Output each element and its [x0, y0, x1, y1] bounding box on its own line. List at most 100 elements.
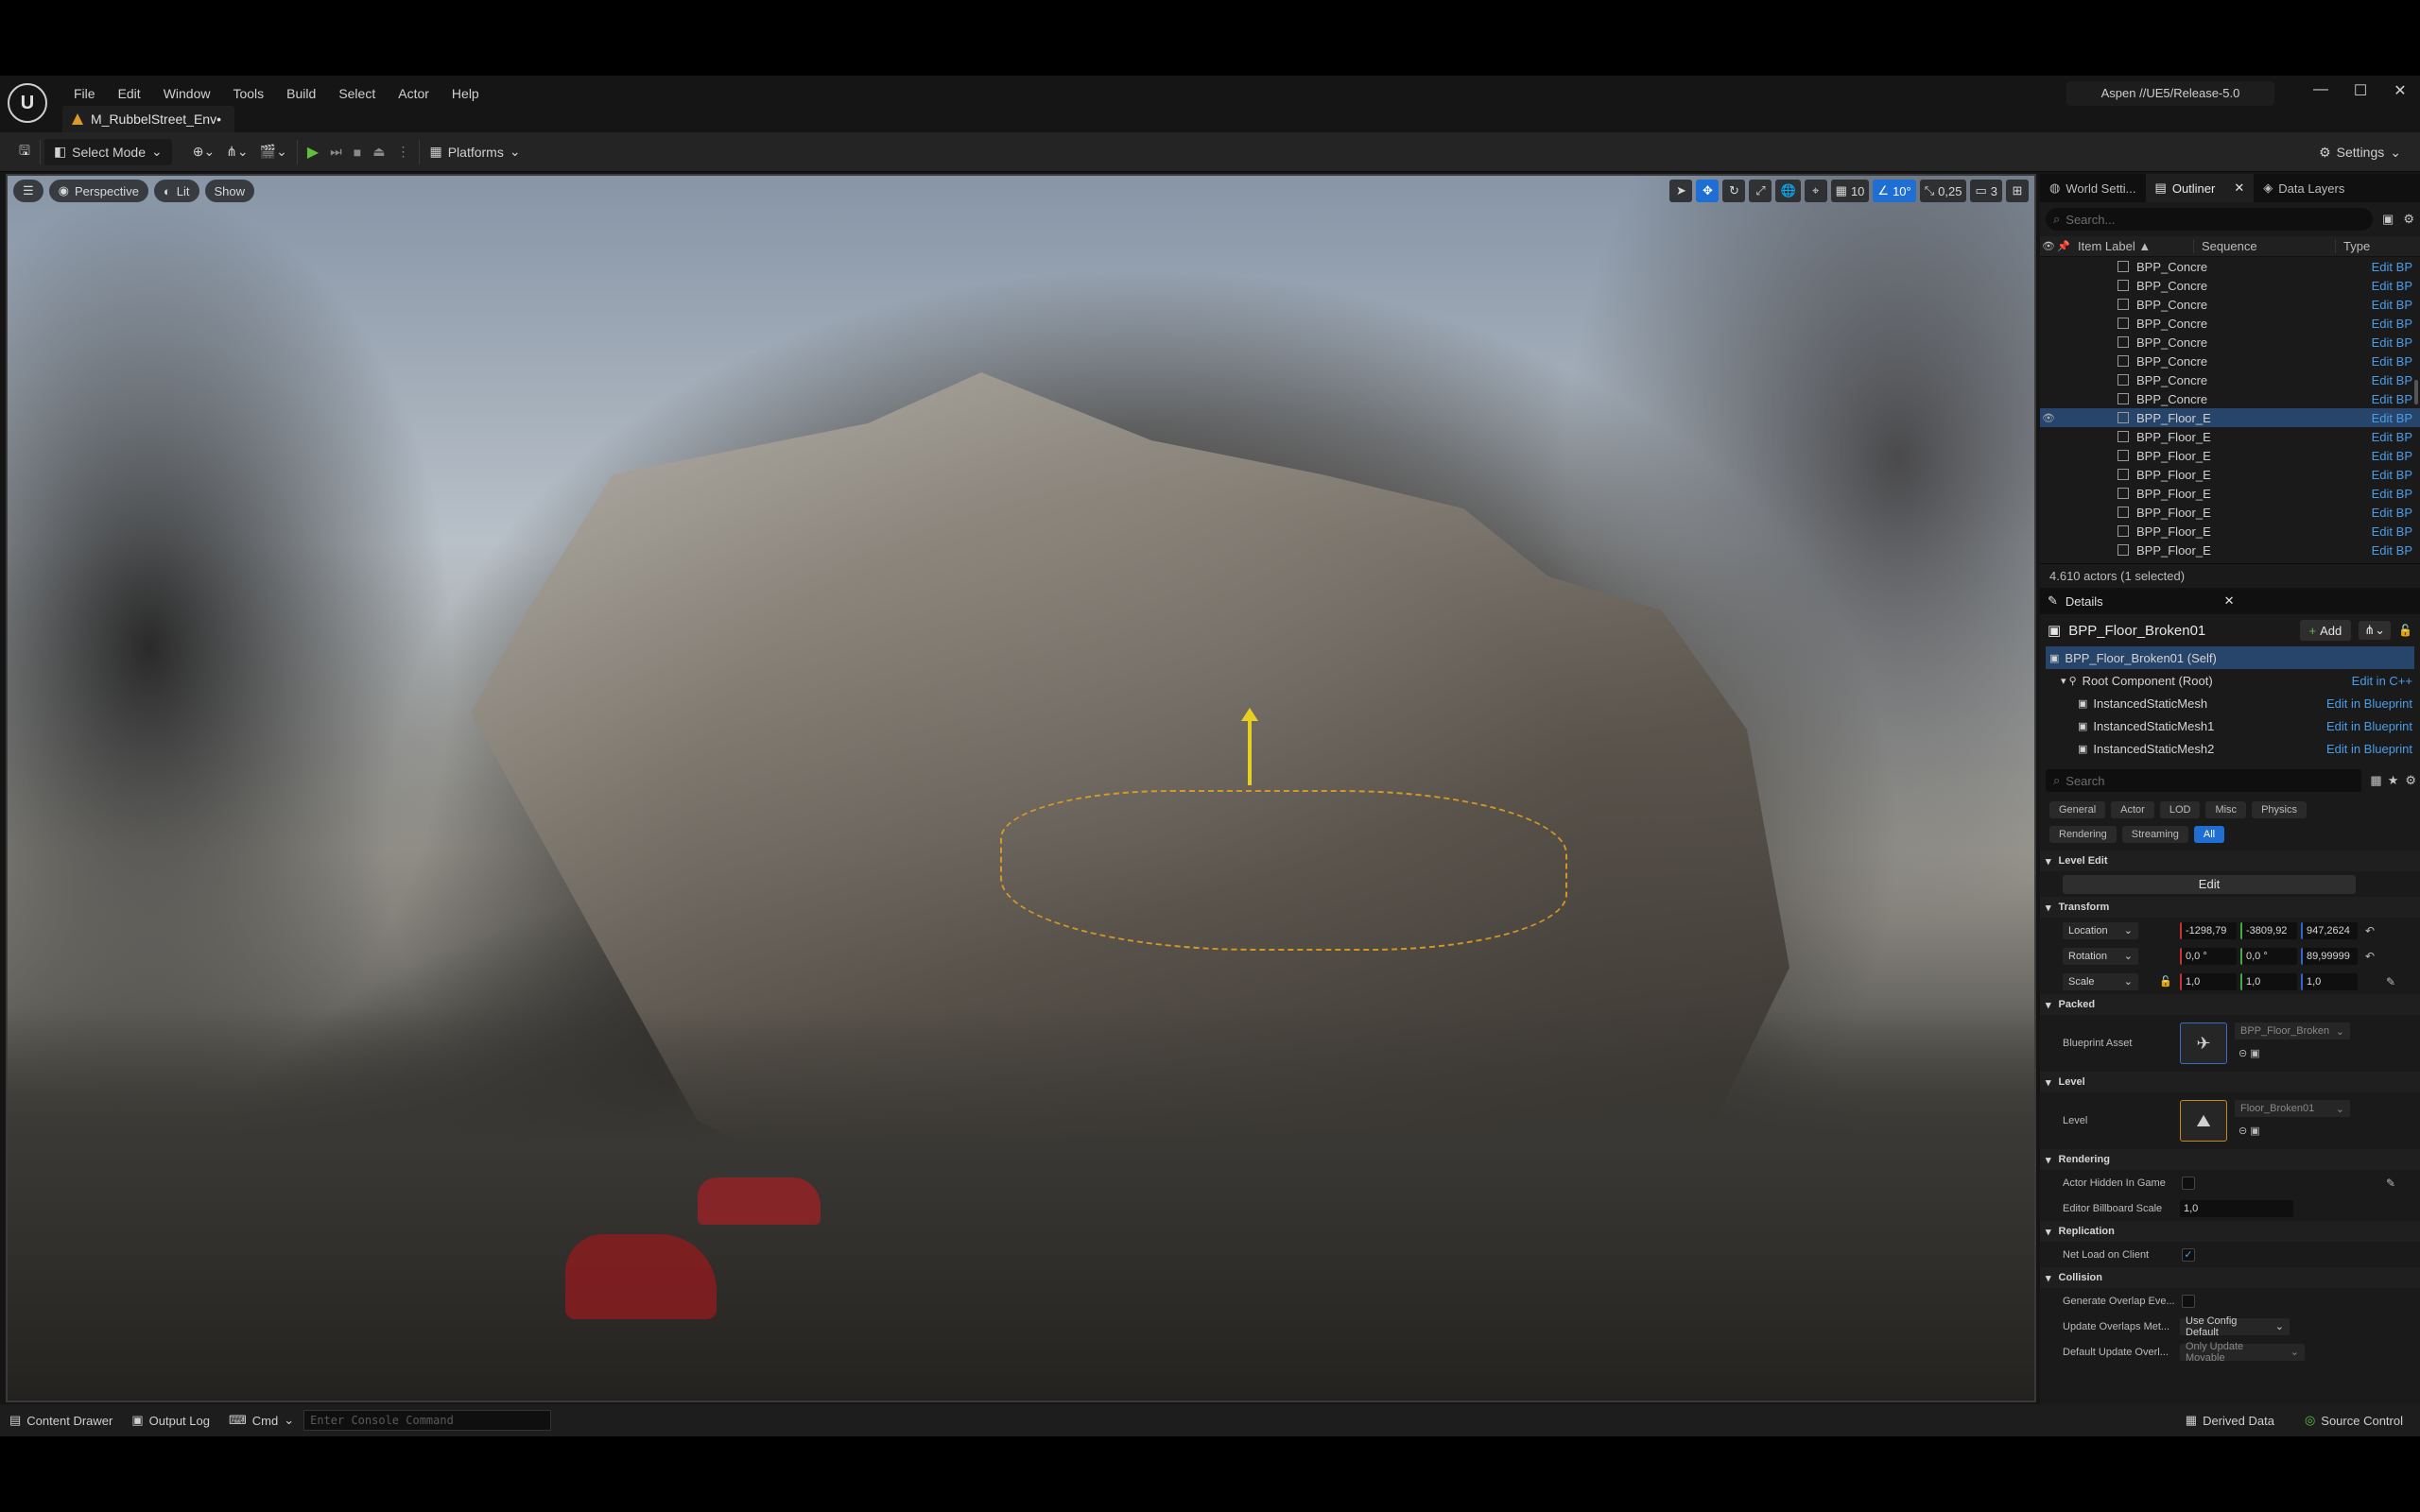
edit-bp-link[interactable]: Edit BP	[2372, 430, 2412, 444]
edit-bp-link[interactable]: Edit BP	[2372, 279, 2412, 293]
source-control-button[interactable]: ◎ Source Control	[2295, 1408, 2412, 1433]
lock-icon[interactable]: 🔓	[2398, 624, 2412, 637]
edit-bp-link[interactable]: Edit BP	[2372, 543, 2412, 558]
component-edit-link[interactable]: Edit in Blueprint	[2326, 696, 2412, 711]
console-input[interactable]: Enter Console Command	[303, 1410, 552, 1431]
browse-icon[interactable]: ⊝ ▣	[2238, 1047, 2260, 1059]
lock-icon[interactable]: 🔓	[2159, 975, 2172, 988]
gear-icon[interactable]: ⚙	[2397, 212, 2420, 227]
rotation-z-field[interactable]: 89,99999	[2301, 947, 2358, 965]
pin-icon[interactable]: 📌	[2057, 240, 2070, 252]
outliner-row[interactable]: BPP_Floor_E Edit BP	[2040, 427, 2420, 446]
item-label-column[interactable]: Item Label ▲	[2070, 239, 2193, 253]
filter-chip-all[interactable]: All	[2193, 826, 2225, 843]
rotation-x-field[interactable]: 0,0 °	[2180, 947, 2237, 965]
level-document-tab[interactable]: M_RubbelStreet_Env•	[62, 106, 234, 132]
default-update-dropdown[interactable]: Only Update Movable ⌄	[2180, 1341, 2305, 1364]
show-button[interactable]: Show	[204, 180, 255, 202]
visibility-icon[interactable]: 👁	[2040, 240, 2057, 252]
close-icon[interactable]: ✕	[2380, 81, 2420, 100]
generate-overlap-checkbox[interactable]	[2182, 1294, 2195, 1308]
rotate-tool-icon[interactable]: ↻	[1722, 180, 1746, 202]
unreal-logo-icon[interactable]: U	[8, 83, 47, 123]
outliner-row[interactable]: BPP_Floor_E Edit BP	[2040, 446, 2420, 465]
section-collision[interactable]: ▾ Collision	[2040, 1267, 2420, 1288]
select-mode-dropdown[interactable]: ◧ Select Mode ⌄	[43, 138, 172, 165]
transform-gizmo[interactable]	[1241, 708, 1258, 785]
blueprint-icon[interactable]: ⋔⌄	[220, 139, 253, 165]
outliner-row[interactable]: BPP_Floor_E Edit BP	[2040, 541, 2420, 559]
filter-chip-physics[interactable]: Physics	[2252, 801, 2307, 818]
camera-speed-button[interactable]: ▭ 3	[1970, 180, 2002, 202]
outliner-row[interactable]: BPP_Concre Edit BP	[2040, 370, 2420, 389]
edit-bp-link[interactable]: Edit BP	[2372, 487, 2412, 501]
outliner-scrollbar[interactable]	[2414, 380, 2418, 404]
settings-dropdown[interactable]: ⚙ Settings ⌄	[2313, 139, 2407, 165]
grid-snap-button[interactable]: ▦ 10	[1830, 180, 1870, 202]
scale-z-field[interactable]: 1,0	[2301, 972, 2358, 990]
location-z-field[interactable]: 947,2624	[2301, 921, 2358, 939]
filter-chip-lod[interactable]: LOD	[2159, 801, 2201, 818]
component-row[interactable]: ▣ InstancedStaticMesh1 Edit in Blueprint	[2040, 714, 2420, 737]
menu-window[interactable]: Window	[152, 83, 222, 104]
component-edit-link[interactable]: Edit in C++	[2352, 674, 2412, 688]
add-component-button[interactable]: + Add	[2299, 620, 2352, 641]
blueprint-thumbnail[interactable]: ✈	[2180, 1022, 2227, 1064]
menu-tools[interactable]: Tools	[221, 83, 275, 104]
outliner-row[interactable]: BPP_Floor_E Edit BP	[2040, 484, 2420, 503]
sequence-column[interactable]: Sequence	[2193, 239, 2335, 253]
pencil-icon[interactable]: ✎	[2386, 1177, 2395, 1190]
perspective-button[interactable]: ◉ Perspective	[48, 180, 148, 202]
section-level[interactable]: ▾ Level	[2040, 1072, 2420, 1092]
browse-icon[interactable]: ⊝ ▣	[2238, 1125, 2260, 1137]
level-viewport[interactable]: ☰ ◉ Perspective ◐ Lit Show ➤ ✥ ↻ ⤢ 🌐 ⌖ ▦ 10…	[6, 174, 2036, 1402]
menu-actor[interactable]: Actor	[387, 83, 441, 104]
blueprint-asset-dropdown[interactable]: BPP_Floor_Broken ⌄	[2235, 1022, 2350, 1040]
filter-chip-misc[interactable]: Misc	[2205, 801, 2247, 818]
platforms-dropdown[interactable]: ▦ Platforms ⌄	[424, 139, 526, 165]
content-drawer-button[interactable]: ▤ Content Drawer	[0, 1408, 122, 1433]
maximize-icon[interactable]: ☐	[2341, 81, 2380, 100]
visibility-icon[interactable]: 👁	[2040, 412, 2057, 424]
outliner-row[interactable]: BPP_Floor_E Edit BP	[2040, 522, 2420, 541]
outliner-row[interactable]: BPP_Concre Edit BP	[2040, 276, 2420, 295]
save-icon[interactable]: 🖫	[13, 139, 36, 165]
blueprint-options-icon[interactable]: ⋔⌄	[2359, 621, 2392, 640]
edit-bp-link[interactable]: Edit BP	[2372, 260, 2412, 274]
section-packed[interactable]: ▾ Packed	[2040, 994, 2420, 1015]
edit-bp-link[interactable]: Edit BP	[2372, 506, 2412, 520]
component-row[interactable]: ▣ BPP_Floor_Broken01 (Self)	[2046, 646, 2414, 669]
play-icon[interactable]: ▶	[302, 139, 324, 165]
billboard-scale-field[interactable]: 1,0	[2180, 1199, 2293, 1217]
play-options-icon[interactable]: ⋮	[390, 139, 415, 165]
component-row[interactable]: ▣ InstancedStaticMesh Edit in Blueprint	[2040, 692, 2420, 714]
component-edit-link[interactable]: Edit in Blueprint	[2326, 742, 2412, 756]
step-icon[interactable]: ⏭	[324, 139, 348, 165]
menu-edit[interactable]: Edit	[107, 83, 152, 104]
tab-outliner[interactable]: ▤ Outliner ✕	[2145, 174, 2255, 202]
rotation-dropdown[interactable]: Rotation ⌄	[2063, 947, 2138, 965]
lit-button[interactable]: ◐ Lit	[153, 180, 199, 202]
reset-icon[interactable]: ↶	[2365, 924, 2375, 937]
tab-data-layers[interactable]: ◈ Data Layers	[2254, 174, 2354, 202]
outliner-row[interactable]: BPP_Concre Edit BP	[2040, 352, 2420, 370]
scale-tool-icon[interactable]: ⤢	[1749, 180, 1772, 202]
select-tool-icon[interactable]: ➤	[1669, 180, 1693, 202]
scale-y-field[interactable]: 1,0	[2240, 972, 2297, 990]
scale-dropdown[interactable]: Scale ⌄	[2063, 972, 2138, 990]
level-dropdown[interactable]: Floor_Broken01 ⌄	[2235, 1100, 2350, 1117]
edit-bp-link[interactable]: Edit BP	[2372, 317, 2412, 331]
level-thumbnail[interactable]: ⛰	[2180, 1100, 2227, 1142]
minimize-icon[interactable]: —	[2301, 81, 2341, 100]
edit-bp-link[interactable]: Edit BP	[2372, 524, 2412, 539]
viewport-menu-icon[interactable]: ☰	[13, 180, 43, 202]
component-row[interactable]: ▣ InstancedStaticMesh2 Edit in Blueprint	[2040, 737, 2420, 760]
actor-hidden-checkbox[interactable]	[2182, 1176, 2195, 1190]
edit-bp-link[interactable]: Edit BP	[2372, 335, 2412, 350]
edit-bp-link[interactable]: Edit BP	[2372, 354, 2412, 369]
viewport-layout-icon[interactable]: ⊞	[2006, 180, 2029, 202]
tab-world-settings[interactable]: ◍ World Setti...	[2040, 174, 2146, 202]
pencil-icon[interactable]: ✎	[2386, 975, 2395, 988]
section-rendering[interactable]: ▾ Rendering	[2040, 1149, 2420, 1170]
cmd-dropdown[interactable]: ⌨ Cmd ⌄	[219, 1408, 303, 1433]
